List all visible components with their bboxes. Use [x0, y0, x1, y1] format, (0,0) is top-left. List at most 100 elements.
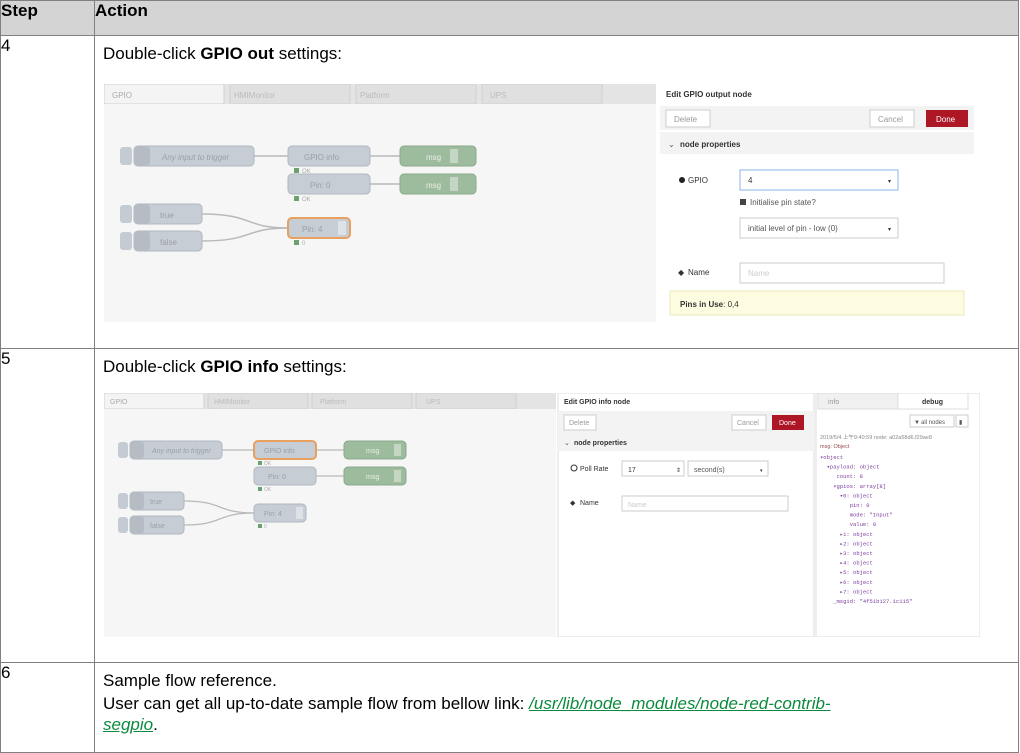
- svg-text:Name: Name: [580, 500, 599, 507]
- debug-tree-line: mode: "Input": [820, 512, 893, 519]
- tab-platform[interactable]: Platform: [360, 91, 390, 100]
- debug-tree-line: ▸2: object: [820, 540, 873, 547]
- svg-text:true: true: [150, 499, 162, 506]
- debug-tree-line: pin: 0: [820, 502, 870, 509]
- svg-text:false: false: [150, 523, 165, 530]
- name-input[interactable]: [621, 495, 789, 512]
- debug-tree-line: ▸1: object: [820, 531, 873, 538]
- node-name: GPIO info: [200, 357, 279, 376]
- tag-icon: ◆: [678, 268, 685, 277]
- svg-text:second(s): second(s): [694, 467, 725, 474]
- debug-tree-line: _msgid: "4f51b127.1c115": [820, 598, 912, 605]
- svg-text:Pins in Use: 0,4: Pins in Use: 0,4: [680, 300, 739, 309]
- tab-ups[interactable]: UPS: [426, 399, 441, 406]
- instruction-text: Sample flow reference. User can get all …: [95, 663, 1018, 735]
- svg-text:Poll Rate: Poll Rate: [580, 466, 609, 473]
- svg-text:⇕: ⇕: [676, 467, 681, 474]
- header-row: Step Action: [0, 0, 1019, 36]
- init-checkbox[interactable]: [740, 199, 746, 205]
- gpio-out-screenshot: GPIO HMIMonitor Platform UPS Any input t…: [104, 84, 980, 322]
- debug-tree-line: ▸6: object: [820, 579, 873, 586]
- section-title: node properties: [574, 440, 627, 447]
- msg-debug-node-2[interactable]: msg: [399, 173, 477, 195]
- trash-icon: ▮: [959, 420, 962, 426]
- tab-ups[interactable]: UPS: [490, 91, 506, 100]
- name-input[interactable]: [739, 262, 945, 284]
- svg-text:Cancel: Cancel: [737, 420, 759, 427]
- step-number: 5: [0, 348, 95, 663]
- chevron-down-icon: ⌄: [668, 140, 675, 149]
- debug-tree-line: ▾payload: object: [820, 464, 879, 471]
- table-row: 6 Sample flow reference. User can get al…: [0, 662, 1019, 753]
- svg-text:OK: OK: [264, 461, 272, 467]
- tab-gpio[interactable]: GPIO: [112, 91, 132, 100]
- gpio-select[interactable]: [739, 169, 899, 191]
- circle-icon: [679, 177, 685, 183]
- svg-text:Pin: 0: Pin: 0: [310, 181, 331, 190]
- svg-text:Pin: 4: Pin: 4: [264, 511, 282, 518]
- svg-text:Pin: 4: Pin: 4: [302, 225, 323, 234]
- svg-text:Any input to trigger: Any input to trigger: [151, 448, 211, 455]
- svg-text:Name: Name: [748, 269, 770, 278]
- gpio-info-screenshot: GPIO HMIMonitor Platform UPS Any input t…: [104, 393, 980, 637]
- svg-text:GPIO info: GPIO info: [304, 153, 340, 162]
- svg-text:Name: Name: [628, 502, 647, 509]
- section-title: node properties: [680, 140, 741, 149]
- svg-text:Done: Done: [936, 115, 956, 124]
- debug-tree-line: ▸4: object: [820, 560, 873, 567]
- svg-text:GPIO: GPIO: [688, 176, 708, 185]
- svg-text:OK: OK: [302, 197, 311, 203]
- inject-node[interactable]: Any input to trigger: [118, 440, 223, 460]
- svg-text:Cancel: Cancel: [878, 115, 903, 124]
- step-number: 6: [0, 662, 95, 753]
- svg-text:▾: ▾: [888, 179, 891, 185]
- inject-node[interactable]: Any input to trigger: [120, 145, 255, 167]
- debug-tree-line: ▸5: object: [820, 569, 873, 576]
- debug-tree-line: ▾gpios: array[8]: [820, 483, 886, 490]
- filter-icon: ▼: [914, 420, 920, 426]
- debug-tree-line: value: 0: [820, 521, 876, 528]
- msg-debug-node[interactable]: msg: [343, 440, 407, 460]
- debug-tree-line: ▸3: object: [820, 550, 873, 557]
- tab-hmimonitor[interactable]: HMIMonitor: [234, 91, 276, 100]
- svg-text:17: 17: [628, 467, 636, 474]
- svg-text:OK: OK: [264, 487, 272, 493]
- tab-hmimonitor[interactable]: HMIMonitor: [214, 399, 251, 406]
- svg-text:debug: debug: [922, 399, 943, 406]
- action-cell: Sample flow reference. User can get all …: [94, 662, 1019, 753]
- tab-platform[interactable]: Platform: [320, 399, 346, 406]
- msg-debug-node-2[interactable]: msg: [343, 466, 407, 486]
- panel-title: Edit GPIO output node: [666, 90, 752, 99]
- svg-text:msg: msg: [366, 448, 379, 455]
- svg-text:msg: msg: [426, 153, 441, 162]
- svg-text:false: false: [160, 238, 177, 247]
- svg-text:all nodes: all nodes: [921, 420, 945, 426]
- chevron-down-icon: ⌄: [564, 440, 570, 447]
- svg-text:Delete: Delete: [569, 420, 589, 427]
- debug-meta: 2019/5/4 上午9:40:59 node: a02a58d6.f29ae8: [820, 433, 932, 441]
- sample-flow-line: Sample flow reference.: [103, 671, 277, 690]
- msg-debug-node[interactable]: msg: [399, 145, 477, 167]
- svg-text:Pin: 0: Pin: 0: [268, 474, 286, 481]
- node-name: GPIO out: [200, 44, 274, 63]
- debug-tree-line: ▾object: [820, 454, 843, 461]
- svg-text:0: 0: [264, 524, 267, 530]
- debug-tree-line: ▾0: object: [820, 492, 873, 499]
- svg-text:initial level of pin - low (0): initial level of pin - low (0): [748, 224, 838, 233]
- svg-text:Name: Name: [688, 268, 710, 277]
- debug-type: msg: Object: [820, 444, 850, 450]
- svg-text:true: true: [160, 211, 174, 220]
- tag-icon: ◆: [570, 500, 576, 507]
- svg-text:▾: ▾: [888, 227, 891, 233]
- panel-title: Edit GPIO info node: [564, 399, 630, 406]
- svg-text:Done: Done: [779, 420, 796, 427]
- tab-gpio[interactable]: GPIO: [110, 399, 128, 406]
- svg-text:msg: msg: [366, 474, 379, 481]
- instruction-text: Double-click GPIO out settings:: [103, 44, 343, 63]
- step-header: Step: [0, 0, 95, 36]
- svg-text:4: 4: [748, 176, 753, 185]
- svg-text:msg: msg: [426, 181, 441, 190]
- action-header: Action: [94, 0, 1019, 36]
- svg-text:Delete: Delete: [674, 115, 698, 124]
- debug-tree-line: count: 8: [820, 473, 863, 480]
